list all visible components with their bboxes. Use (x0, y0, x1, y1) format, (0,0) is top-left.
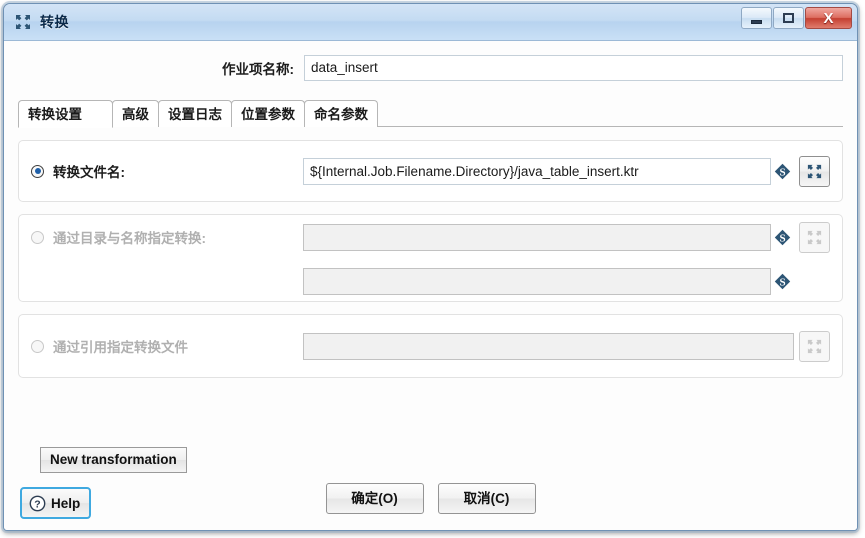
radio-by-filename-label: 转换文件名: (53, 165, 125, 180)
radio-by-reference[interactable]: 通过引用指定转换文件 (31, 336, 303, 356)
collapse-arrows-icon (14, 13, 32, 31)
tab-transformation-settings[interactable]: 转换设置 (18, 100, 113, 128)
ok-button[interactable]: 确定(O) (325, 483, 424, 514)
option-group-by-reference: 通过引用指定转换文件 (18, 314, 843, 378)
tab-position-parameters[interactable]: 位置参数 (231, 100, 305, 127)
footer-button-group: 确定(O) 取消(C) (4, 483, 857, 514)
window-controls: X (740, 7, 852, 29)
tab-named-parameters[interactable]: 命名参数 (304, 100, 378, 127)
variable-dollar-icon[interactable]: S (774, 163, 791, 180)
close-button[interactable]: X (805, 7, 852, 29)
row-by-reference: 通过引用指定转换文件 (19, 315, 842, 377)
window-title: 转换 (40, 14, 69, 30)
transformation-dialog-window: 转换 X 作业项名称: data_insert 转换设置 高级 设置日志 位置参… (3, 3, 858, 531)
browse-directory-button (799, 221, 830, 253)
transformation-reference-input[interactable] (303, 332, 794, 360)
tab-logging[interactable]: 设置日志 (158, 100, 232, 127)
question-circle-icon: ? (29, 495, 46, 512)
cancel-button[interactable]: 取消(C) (437, 483, 536, 514)
radio-by-filename-indicator (31, 164, 44, 178)
tab-advanced[interactable]: 高级 (112, 100, 159, 127)
svg-text:S: S (779, 232, 785, 244)
row-by-filename: 转换文件名: ${Internal.Job.Filename.Directory… (19, 141, 842, 201)
svg-text:?: ? (34, 498, 40, 510)
variable-dollar-icon[interactable]: S (774, 273, 791, 290)
row-by-name: S (19, 259, 842, 303)
radio-by-reference-indicator (31, 339, 44, 353)
close-icon: X (823, 9, 834, 27)
option-group-by-filename: 转换文件名: ${Internal.Job.Filename.Directory… (18, 140, 843, 202)
svg-text:S: S (779, 166, 785, 178)
maximize-icon (783, 13, 794, 23)
job-name-input[interactable]: data_insert (304, 55, 843, 81)
transformation-name-input[interactable] (303, 267, 771, 295)
option-group-by-directory-name: 通过目录与名称指定转换: S S (18, 214, 843, 302)
job-name-label: 作业项名称: (222, 62, 294, 77)
job-name-row: 作业项名称: data_insert (4, 41, 857, 81)
minimize-button[interactable] (741, 7, 772, 29)
transformation-directory-input[interactable] (303, 223, 771, 251)
help-button[interactable]: ? Help (20, 487, 92, 519)
variable-dollar-icon[interactable]: S (774, 229, 791, 246)
transformation-filename-input[interactable]: ${Internal.Job.Filename.Directory}/java_… (303, 157, 771, 185)
directory-field-wrap: S (303, 221, 830, 253)
reference-field-wrap (303, 330, 830, 362)
dialog-footer: 确定(O) 取消(C) ? Help (4, 469, 857, 530)
minimize-icon (751, 19, 762, 24)
row-by-directory: 通过目录与名称指定转换: S (19, 215, 842, 259)
new-transformation-button[interactable]: New transformation (40, 447, 187, 473)
browse-filename-button[interactable] (799, 155, 830, 187)
dialog-client-area: 作业项名称: data_insert 转换设置 高级 设置日志 位置参数 命名参… (4, 41, 857, 530)
tab-bar: 转换设置 高级 设置日志 位置参数 命名参数 (18, 98, 843, 128)
radio-by-filename[interactable]: 转换文件名: (31, 161, 303, 181)
browse-reference-button (799, 330, 830, 362)
filename-field-wrap: ${Internal.Job.Filename.Directory}/java_… (303, 155, 830, 187)
radio-by-directory-name[interactable]: 通过目录与名称指定转换: (31, 227, 303, 247)
radio-by-reference-label: 通过引用指定转换文件 (53, 340, 188, 355)
maximize-button[interactable] (773, 7, 804, 29)
svg-text:S: S (779, 276, 785, 288)
title-bar[interactable]: 转换 X (4, 4, 857, 41)
help-button-label: Help (51, 495, 81, 511)
name-field-wrap: S (303, 267, 830, 295)
radio-by-directory-name-label: 通过目录与名称指定转换: (53, 231, 206, 246)
radio-by-directory-name-indicator (31, 230, 44, 244)
